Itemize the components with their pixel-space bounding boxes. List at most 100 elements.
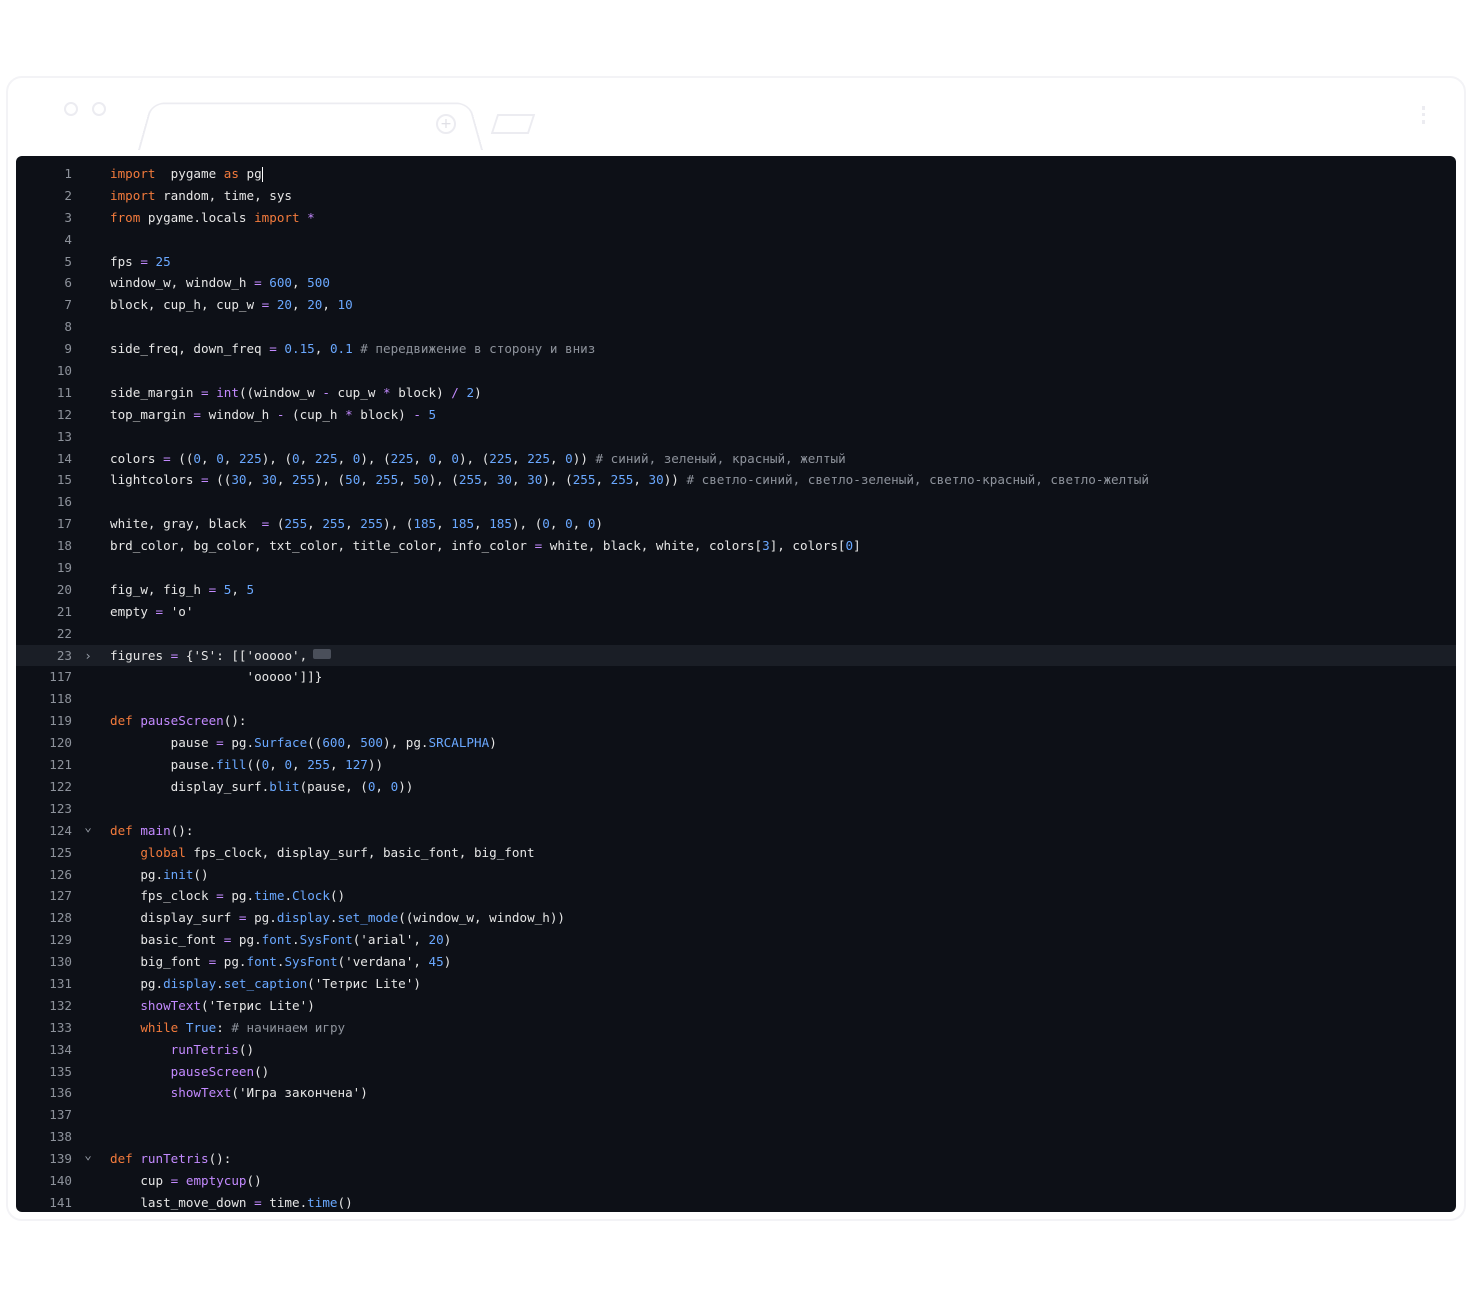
code-token: set_mode (337, 910, 399, 926)
code-token: def (110, 1151, 133, 1167)
folded-code-ellipsis-icon[interactable] (313, 649, 332, 660)
code-line[interactable]: 126 pg.init() (16, 864, 1456, 886)
code-token: (): (170, 822, 194, 838)
chevron-right-icon[interactable]: › (82, 645, 94, 667)
code-line[interactable]: 2 import random, time, sys (16, 185, 1456, 207)
window-control-dot-1[interactable] (64, 102, 78, 116)
code-line[interactable]: 14 colors = ((0, 0, 225), (0, 225, 0), (2… (16, 448, 1456, 470)
code-line[interactable]: 137 (16, 1104, 1456, 1126)
code-token: , (299, 450, 315, 466)
code-line[interactable]: 121 pause.fill((0, 0, 255, 127)) (16, 754, 1456, 776)
code-line[interactable]: 127 fps_clock = pg.time.Clock() (16, 885, 1456, 907)
code-token: empty (110, 603, 156, 619)
code-line[interactable]: 22 (16, 623, 1456, 645)
line-code: empty = 'o' (110, 601, 193, 623)
code-editor[interactable]: 1 import pygame as pg 2 import random, time… (16, 156, 1456, 1212)
code-token: def (110, 713, 133, 729)
code-line[interactable]: 21 empty = 'o' (16, 601, 1456, 623)
code-token: , (269, 757, 285, 773)
code-line[interactable]: 140 cup = emptycup() (16, 1170, 1456, 1192)
code-line[interactable]: 120 pause = pg.Surface((600, 500), pg.SR… (16, 732, 1456, 754)
code-line[interactable]: 125 global fps_clock, display_surf, basi… (16, 842, 1456, 864)
code-token: 255 (610, 472, 634, 488)
code-line[interactable]: 12 top_margin = window_h - (cup_h * block… (16, 404, 1456, 426)
code-line[interactable]: 18 brd_color, bg_color, txt_color, title_… (16, 535, 1456, 557)
code-line[interactable]: 11 side_margin = int((window_w - cup_w * … (16, 382, 1456, 404)
code-line[interactable]: 16 (16, 491, 1456, 513)
window-control-dot-2[interactable] (92, 102, 106, 116)
code-token: )) (367, 757, 384, 773)
code-line[interactable]: 4 (16, 229, 1456, 251)
code-token: : (216, 1019, 224, 1035)
code-line[interactable]: 136 showText('Игра закончена') (16, 1082, 1456, 1104)
line-number: 12 (56, 406, 72, 422)
code-line[interactable]: 132 showText('Тетрис Lite') (16, 995, 1456, 1017)
code-token: * (383, 384, 391, 400)
code-line[interactable]: 118 (16, 688, 1456, 710)
code-token: ) (443, 932, 452, 948)
code-token: ) (595, 516, 604, 532)
code-line[interactable]: 5 fps = 25 (16, 251, 1456, 273)
code-line[interactable]: 122 display_surf.blit(pause, (0, 0)) (16, 776, 1456, 798)
code-line[interactable]: 7 block, cup_h, cup_w = 20, 20, 10 (16, 294, 1456, 316)
code-token: ) (307, 997, 315, 1013)
line-code: import random, time, sys (110, 185, 292, 207)
code-line[interactable]: 128 display_surf = pg.display.set_mode((… (16, 907, 1456, 929)
code-token: time (254, 888, 285, 904)
code-line[interactable]: 13 (16, 426, 1456, 448)
code-line[interactable]: 8 (16, 316, 1456, 338)
code-token: , (436, 450, 452, 466)
code-token: , (337, 450, 353, 466)
menu-icon[interactable] (1422, 106, 1428, 124)
code-line[interactable]: 3 from pygame.locals import * (16, 207, 1456, 229)
code-token: # светло-синий, светло-зеленый, светло-к… (678, 472, 1149, 488)
code-line[interactable]: 131 pg.display.set_caption('Тетрис Lite'… (16, 973, 1456, 995)
chevron-down-icon[interactable]: ⌄ (82, 816, 94, 838)
code-line[interactable]: 138 (16, 1126, 1456, 1148)
code-line[interactable]: 20 fig_w, fig_h = 5, 5 (16, 579, 1456, 601)
browser-tab[interactable] (138, 102, 483, 150)
code-token: (( (208, 472, 232, 488)
code-line[interactable]: 134 runTetris() (16, 1039, 1456, 1061)
code-token: # синий, зеленый, красный, желтый (587, 450, 846, 466)
code-line[interactable]: 124 ⌄ def main(): (16, 819, 1456, 842)
code-token: 30 (261, 472, 277, 488)
code-token: from (110, 209, 141, 225)
code-line[interactable]: 6 window_w, window_h = 600, 500 (16, 272, 1456, 294)
code-line[interactable]: 15 lightcolors = ((30, 30, 255), (50, 255… (16, 469, 1456, 491)
code-token: pauseScreen (140, 713, 224, 729)
line-code: block, cup_h, cup_w = 20, 20, 10 (110, 294, 353, 316)
line-number: 125 (49, 844, 72, 860)
code-line[interactable]: 1 import pygame as pg (16, 163, 1456, 185)
chevron-down-icon[interactable]: ⌄ (82, 1144, 94, 1166)
code-token: = (254, 275, 262, 291)
code-line[interactable]: 119 def pauseScreen(): (16, 710, 1456, 732)
code-line[interactable]: 17 white, gray, black = (255, 255, 255), … (16, 513, 1456, 535)
line-code: def runTetris(): (110, 1148, 231, 1170)
code-line[interactable]: 130 big_font = pg.font.SysFont('verdana'… (16, 951, 1456, 973)
code-line[interactable]: 9 side_freq, down_freq = 0.15, 0.1 # пере… (16, 338, 1456, 360)
add-icon[interactable]: + (436, 114, 456, 134)
code-token: fps (110, 253, 141, 269)
code-line[interactable]: 135 pauseScreen() (16, 1061, 1456, 1083)
code-token: 185 (489, 516, 512, 532)
code-line[interactable]: 23 › figures = {'S': [['ooooo', (16, 644, 1456, 667)
code-token: pygame (155, 166, 224, 181)
line-number: 134 (49, 1041, 72, 1057)
code-line[interactable]: 129 basic_font = pg.font.SysFont('arial'… (16, 929, 1456, 951)
code-line[interactable]: 123 (16, 798, 1456, 820)
code-line[interactable]: 141 last_move_down = time.time() (16, 1192, 1456, 1212)
code-line[interactable]: 19 (16, 557, 1456, 579)
code-line[interactable]: 10 (16, 360, 1456, 382)
new-tab-icon[interactable] (490, 114, 536, 134)
code-line[interactable]: 139 ⌄ def runTetris(): (16, 1147, 1456, 1170)
code-line[interactable]: 117 'ooooo']]} (16, 666, 1456, 688)
line-code: figures = {'S': [['ooooo', (110, 645, 332, 667)
code-token: , (201, 450, 217, 466)
code-token: big_font (110, 954, 209, 970)
code-token: 0 (565, 516, 573, 532)
code-line[interactable]: 133 while True: # начинаем игру (16, 1017, 1456, 1039)
